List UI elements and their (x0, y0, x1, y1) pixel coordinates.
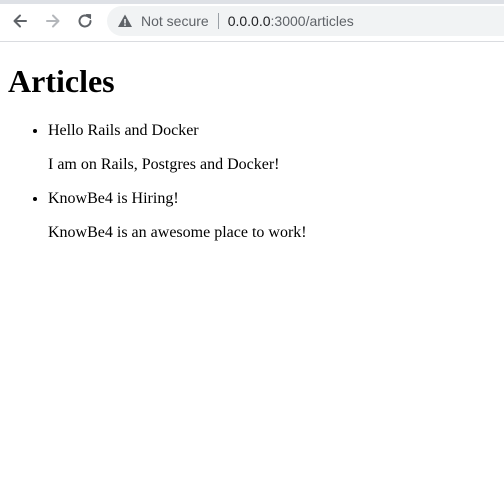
url-host: 0.0.0.0 (227, 13, 271, 29)
page-content: Articles Hello Rails and Docker I am on … (0, 63, 504, 242)
list-item: Hello Rails and Docker I am on Rails, Po… (48, 122, 496, 174)
back-arrow-icon (11, 12, 29, 30)
article-body: KnowBe4 is an awesome place to work! (48, 224, 307, 241)
tab-strip-edge (0, 0, 504, 4)
list-item: KnowBe4 is Hiring! KnowBe4 is an awesome… (48, 190, 496, 242)
security-status-label[interactable]: Not secure (141, 13, 209, 29)
reload-icon (76, 12, 94, 30)
articles-list: Hello Rails and Docker I am on Rails, Po… (8, 122, 496, 242)
address-bar[interactable]: Not secure 0.0.0.0:3000/articles (107, 6, 504, 36)
article-body: I am on Rails, Postgres and Docker! (48, 156, 280, 173)
warning-icon[interactable] (117, 13, 133, 29)
forward-button[interactable] (41, 9, 65, 33)
reload-button[interactable] (73, 9, 97, 33)
url-path: :3000/articles (270, 13, 354, 29)
forward-arrow-icon (44, 12, 62, 30)
article-title: KnowBe4 is Hiring! (48, 190, 179, 207)
browser-toolbar: Not secure 0.0.0.0:3000/articles (0, 0, 504, 42)
article-title: Hello Rails and Docker (48, 122, 199, 139)
back-button[interactable] (8, 9, 32, 33)
page-title: Articles (8, 63, 115, 99)
omnibox-divider (217, 13, 219, 29)
